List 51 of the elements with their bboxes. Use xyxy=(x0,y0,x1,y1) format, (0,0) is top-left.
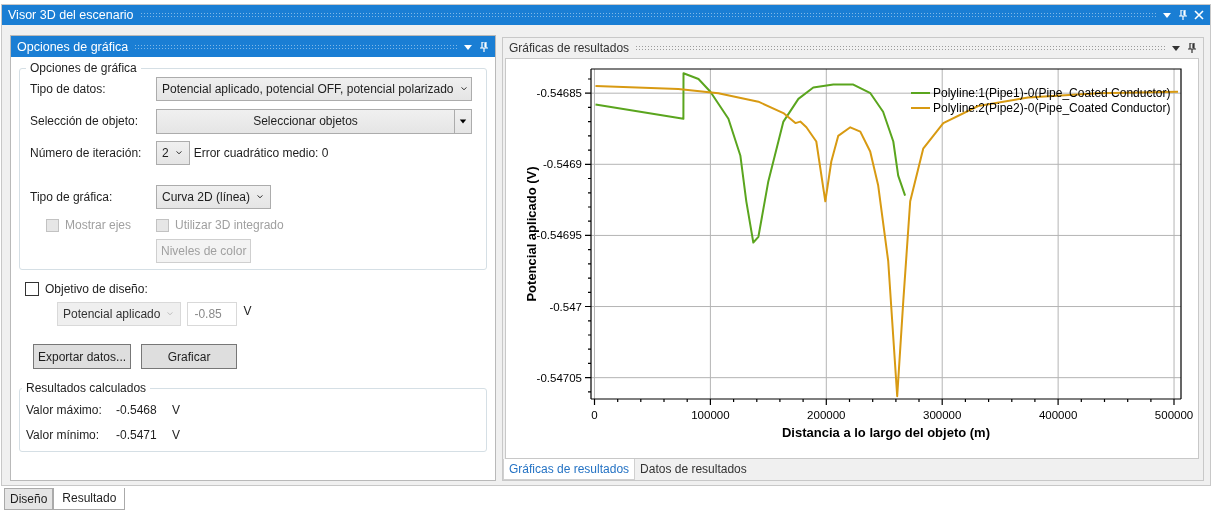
chart-type-dropdown[interactable]: Curva 2D (línea) xyxy=(156,185,272,209)
chevron-icon xyxy=(166,310,175,318)
result-value: -0.5468 xyxy=(116,402,158,417)
result-value: -0.5471 xyxy=(116,427,158,442)
field-label: Tipo de gráfica: xyxy=(30,190,114,204)
dropdown-icon[interactable] xyxy=(1171,43,1181,53)
field-label: Selección de objeto: xyxy=(30,114,140,128)
result-label: Valor mínimo: xyxy=(26,427,101,442)
tick-label: -0.5469 xyxy=(543,158,582,171)
tick-label: 100000 xyxy=(691,409,730,421)
panel-title: Gráficas de resultados xyxy=(509,41,630,55)
data-type-dropdown[interactable]: Potencial aplicado, potencial OFF, potencial polarizado xyxy=(156,77,472,101)
tab[interactable]: Gráficas de resultados xyxy=(503,459,636,480)
field-label: Número de iteración: xyxy=(30,146,143,160)
tick-label: 500000 xyxy=(1154,409,1194,421)
group-title: Opciones de gráfica xyxy=(29,61,138,75)
panel-title: Visor 3D del escenario xyxy=(8,8,134,22)
checkbox-label: Utilizar 3D integrado xyxy=(175,218,284,232)
y-axis-title: Potencial aplicado (V) xyxy=(524,166,539,302)
checkbox-label: Objetivo de diseño: xyxy=(45,282,148,296)
pin-icon[interactable] xyxy=(1187,43,1197,53)
field-label: Tipo de datos: xyxy=(30,82,107,96)
unit-label: V xyxy=(172,427,180,442)
chevron-icon xyxy=(174,149,183,157)
tab[interactable]: Diseño xyxy=(4,488,54,510)
tick-label: 200000 xyxy=(807,409,846,421)
dropdown-icon xyxy=(459,117,467,125)
x-axis-title: Distancia a lo largo del objeto (m) xyxy=(782,425,990,440)
error-text: Error cuadrático medio: 0 xyxy=(193,146,329,160)
select-objects-button[interactable]: Seleccionar objetos xyxy=(156,108,455,134)
tick-label: 400000 xyxy=(1038,409,1078,421)
chevron-icon xyxy=(459,85,468,93)
tab[interactable]: Datos de resultados xyxy=(635,459,752,480)
unit-label: V xyxy=(172,402,180,417)
export-button[interactable]: Exportar datos... xyxy=(33,344,132,369)
unit-label: V xyxy=(243,304,252,318)
close-icon[interactable] xyxy=(1194,10,1204,20)
iteration-dropdown[interactable]: 2 xyxy=(156,141,190,165)
dropdown-arrow-button[interactable] xyxy=(455,108,472,134)
result-label: Valor máximo: xyxy=(26,402,103,417)
tick-label: 0 xyxy=(591,409,598,421)
panel-title: Opciones de gráfica xyxy=(17,39,129,54)
tick-label: -0.54685 xyxy=(536,87,582,100)
group-title: Resultados calculados xyxy=(25,381,148,395)
tab[interactable]: Resultado xyxy=(53,488,126,510)
chevron-icon xyxy=(256,193,265,201)
tick-label: -0.54705 xyxy=(536,371,582,384)
plot-button[interactable]: Graficar xyxy=(141,344,238,369)
checkbox-label: Mostrar ejes xyxy=(65,218,132,232)
tick-label: -0.547 xyxy=(549,300,582,313)
tick-label: 300000 xyxy=(923,409,962,421)
